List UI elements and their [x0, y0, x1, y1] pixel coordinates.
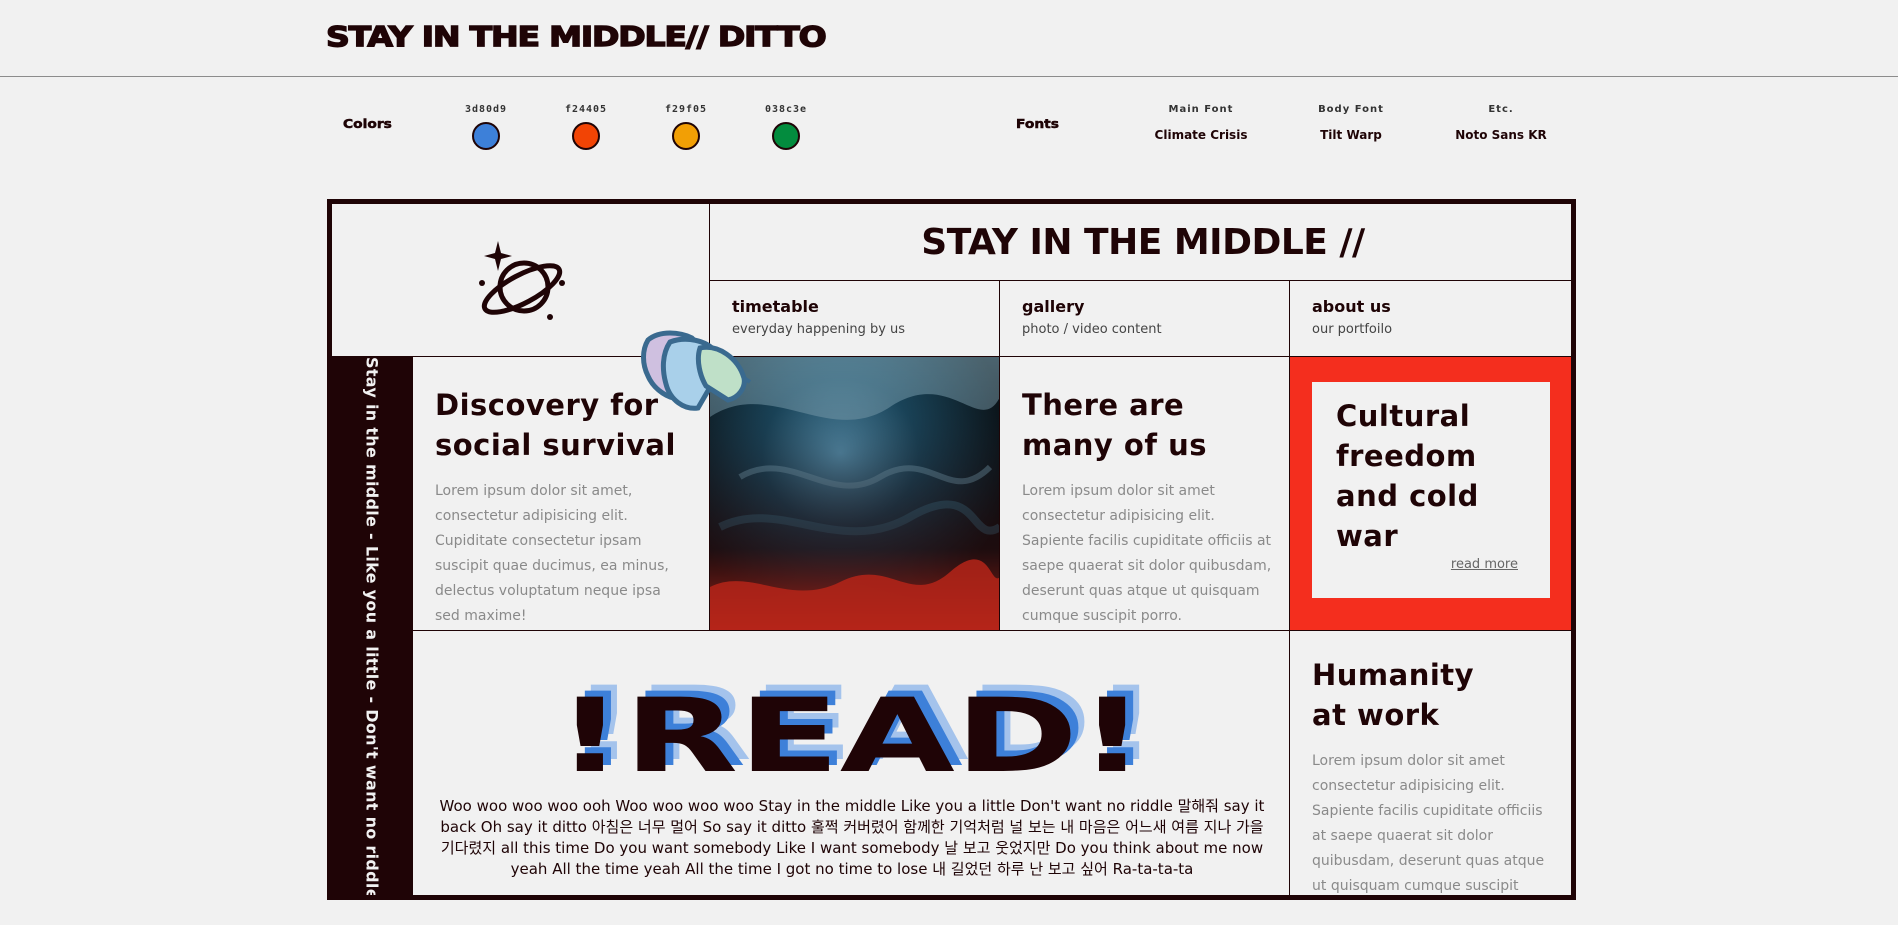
- poster-banner: STAY IN THE MIDDLE //: [710, 204, 1571, 281]
- font-name: Climate Crisis: [1154, 128, 1248, 142]
- color-dot: [772, 122, 800, 150]
- color-dot: [672, 122, 700, 150]
- font-spec: Body Font Tilt Warp: [1291, 104, 1411, 142]
- color-swatch[interactable]: f29f05: [656, 104, 716, 150]
- color-dot: [572, 122, 600, 150]
- font-caption: Main Font: [1168, 104, 1234, 115]
- cultural-card: Cultural freedom and cold war read more: [1290, 357, 1571, 631]
- font-caption: Body Font: [1318, 104, 1384, 115]
- color-code: 038c3e: [764, 104, 808, 115]
- nav-subtitle: everyday happening by us: [732, 322, 906, 337]
- color-code: f29f05: [664, 104, 708, 115]
- font-spec: Main Font Climate Crisis: [1141, 104, 1261, 142]
- card-heading: Cultural: [1336, 399, 1471, 433]
- card-body: Lorem ipsum dolor sit amet, consectetur …: [435, 483, 669, 624]
- font-name: Tilt Warp: [1320, 128, 1382, 142]
- banner-title: STAY IN THE MIDDLE //: [921, 221, 1365, 263]
- site-header: STAY IN THE MIDDLE// DITTO: [0, 0, 1898, 77]
- font-name: Noto Sans KR: [1455, 128, 1547, 142]
- read-section: !READ! !READ! !READ! Woo woo woo woo ooh…: [412, 631, 1290, 895]
- card-body: Lorem ipsum dolor sit amet consectetur a…: [1022, 483, 1272, 624]
- colors-heading: Colors: [343, 117, 392, 132]
- color-swatch[interactable]: f24405: [556, 104, 616, 150]
- vertical-text: Stay in the middle - Like you a little -…: [362, 357, 382, 900]
- cultural-box: Cultural freedom and cold war read more: [1312, 382, 1550, 598]
- card-heading: There are: [1022, 388, 1185, 422]
- read-headline-text: !READ!: [556, 677, 1146, 771]
- lyrics-text: Woo woo woo woo ooh Woo woo woo woo Stay…: [439, 797, 1265, 878]
- card-heading: and cold: [1336, 479, 1479, 513]
- card-heading: many of us: [1022, 428, 1207, 462]
- humanity-card: Humanity at work Lorem ipsum dolor sit a…: [1290, 631, 1571, 895]
- nav-title: about us: [1312, 297, 1391, 316]
- color-swatch[interactable]: 3d80d9: [456, 104, 516, 150]
- nav-subtitle: our portfoilo: [1312, 322, 1393, 337]
- site-title: STAY IN THE MIDDLE// DITTO: [325, 19, 827, 53]
- card-heading: social survival: [435, 428, 676, 462]
- read-more-link[interactable]: read more: [1451, 557, 1518, 572]
- color-code: 3d80d9: [464, 104, 508, 115]
- poster: STAY IN THE MIDDLE // timetable everyday…: [327, 199, 1576, 900]
- planet-icon: [479, 241, 565, 320]
- abstract-ink-image: [710, 357, 999, 630]
- card-heading: at work: [1312, 698, 1440, 732]
- card-body: Lorem ipsum dolor sit amet consectetur a…: [1312, 753, 1545, 894]
- fonts-heading: Fonts: [1016, 117, 1060, 132]
- font-caption: Etc.: [1488, 104, 1514, 115]
- card-heading: freedom: [1336, 439, 1477, 473]
- many-of-us-card: There are many of us Lorem ipsum dolor s…: [1000, 357, 1290, 631]
- nav-timetable[interactable]: timetable everyday happening by us: [710, 281, 1000, 357]
- shell-sticker-icon: [641, 330, 752, 411]
- nav-gallery[interactable]: gallery photo / video content: [1000, 281, 1290, 357]
- color-code: f24405: [564, 104, 608, 115]
- read-headline: !READ! !READ! !READ!: [556, 665, 1160, 771]
- nav-about-us[interactable]: about us our portfoilo: [1290, 281, 1571, 357]
- nav-title: timetable: [732, 297, 819, 316]
- color-swatch[interactable]: 038c3e: [756, 104, 816, 150]
- nav-subtitle: photo / video content: [1022, 322, 1162, 337]
- color-dot: [472, 122, 500, 150]
- font-spec: Etc. Noto Sans KR: [1441, 104, 1561, 142]
- ink-image: [710, 357, 1000, 631]
- card-heading: war: [1336, 519, 1399, 553]
- nav-title: gallery: [1022, 297, 1085, 316]
- card-heading: Humanity: [1312, 658, 1475, 692]
- vertical-marquee: Stay in the middle - Like you a little -…: [332, 357, 412, 900]
